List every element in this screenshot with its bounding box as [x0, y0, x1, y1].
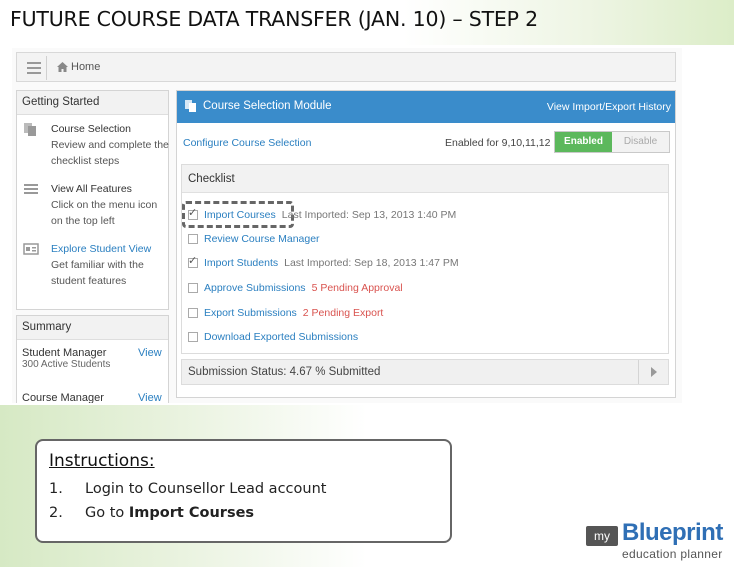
getting-started-title: Getting Started — [17, 91, 168, 115]
step-text: Login to Counsellor Lead account — [85, 481, 327, 497]
chevron-right-icon[interactable] — [638, 360, 668, 384]
slide-title: FUTURE COURSE DATA TRANSFER (JAN. 10) – … — [10, 7, 539, 31]
document-stack-icon — [185, 100, 196, 112]
checklist-link[interactable]: Approve Submissions — [204, 282, 306, 294]
checklist-link[interactable]: Review Course Manager — [204, 233, 320, 245]
step-number: 1. — [49, 481, 63, 497]
checklist-note: Last Imported: Sep 18, 2013 1:47 PM — [284, 257, 459, 269]
id-card-icon — [23, 243, 39, 255]
checklist-link[interactable]: Import Courses — [204, 209, 276, 221]
checklist-panel: Checklist Import Courses Last Imported: … — [181, 164, 669, 354]
home-link[interactable]: Home — [57, 61, 100, 73]
checklist-link[interactable]: Export Submissions — [204, 307, 297, 319]
checklist-title: Checklist — [182, 165, 668, 193]
summary-title: Summary — [17, 316, 168, 340]
enabled-grades-text: Enabled for 9,10,11,12 — [445, 137, 551, 149]
getting-started-item-view-all-features[interactable]: View All Features Click on the menu icon… — [23, 181, 168, 231]
instructions-list: 1. Login to Counsellor Lead account 2. Go … — [49, 477, 450, 525]
checklist-item-import-students: Import Students Last Imported: Sep 18, 2… — [188, 254, 459, 269]
disable-button[interactable]: Disable — [612, 132, 669, 152]
checklist-link[interactable]: Import Students — [204, 257, 278, 269]
checklist-item-download-exported-submissions: Download Exported Submissions — [188, 331, 358, 343]
summary-row-student-manager: Student Manager 300 Active Students View — [22, 347, 162, 370]
step-bold-text: Import Courses — [128, 505, 255, 521]
instructions-title: Instructions: — [49, 451, 155, 471]
step-text: Go to — [85, 505, 129, 521]
item-title: Course Selection — [51, 123, 131, 135]
step-number: 2. — [49, 505, 63, 521]
checklist-link[interactable]: Download Exported Submissions — [204, 331, 358, 343]
view-history-link[interactable]: View Import/Export History — [547, 101, 671, 113]
item-desc: Review and complete the checklist steps — [51, 139, 169, 167]
checked-checkbox-icon[interactable] — [188, 206, 198, 220]
course-selection-module: Course Selection Module View Import/Expo… — [176, 90, 676, 398]
checklist-item-approve-submissions: Approve Submissions 5 Pending Approval — [188, 282, 403, 294]
pending-count: 2 Pending Export — [302, 307, 384, 319]
checklist-item-export-submissions: Export Submissions 2 Pending Export — [188, 307, 383, 319]
summary-row-course-manager: Course Manager View — [22, 392, 162, 403]
top-bar: Home — [16, 52, 676, 82]
instructions-box: Instructions: 1. Login to Counsellor Lead… — [35, 439, 452, 543]
logo-tagline: education planner — [622, 547, 723, 561]
getting-started-panel: Getting Started Course Selection Review … — [16, 90, 169, 310]
summary-panel: Summary Student Manager 300 Active Stude… — [16, 315, 169, 403]
submission-status-bar[interactable]: Submission Status: 4.67 % Submitted — [181, 359, 669, 385]
module-header: Course Selection Module View Import/Expo… — [177, 91, 675, 123]
item-desc: Get familiar with the student features — [51, 259, 144, 287]
item-title: Explore Student View — [51, 243, 152, 255]
menu-icon[interactable] — [21, 56, 47, 80]
view-link[interactable]: View — [138, 392, 162, 403]
menu-icon — [24, 184, 38, 194]
checklist-item-review-course-manager: Review Course Manager — [188, 233, 320, 245]
home-icon — [57, 62, 68, 72]
instruction-step: 1. Login to Counsellor Lead account — [49, 477, 450, 501]
myblueprint-logo: my Blueprint education planner — [586, 519, 732, 565]
checkbox-icon[interactable] — [188, 332, 198, 342]
checkbox-icon[interactable] — [188, 308, 198, 318]
checkbox-icon[interactable] — [188, 234, 198, 244]
logo-my: my — [586, 526, 618, 546]
document-stack-icon — [24, 123, 36, 136]
summary-row-sub: 300 Active Students — [22, 359, 111, 370]
logo-brand: Blueprint — [622, 519, 723, 546]
item-title: View All Features — [51, 183, 132, 195]
submission-status-text: Submission Status: 4.67 % Submitted — [188, 366, 381, 378]
getting-started-item-course-selection[interactable]: Course Selection Review and complete the… — [23, 121, 169, 171]
enable-toggle: Enabled Disable — [554, 131, 670, 153]
module-title: Course Selection Module — [203, 100, 332, 112]
checked-checkbox-icon[interactable] — [188, 254, 198, 268]
enabled-button[interactable]: Enabled — [555, 132, 612, 152]
checkbox-icon[interactable] — [188, 283, 198, 293]
checklist-note: Last Imported: Sep 13, 2013 1:40 PM — [281, 209, 457, 221]
item-desc: Click on the menu icon on the top left — [51, 199, 158, 227]
instruction-step: 2. Go to Import Courses — [49, 501, 450, 525]
checklist-item-import-courses: Import Courses Last Imported: Sep 13, 20… — [188, 206, 457, 221]
app-screenshot: Home Getting Started Course Selection Re… — [12, 48, 682, 403]
getting-started-item-explore-student-view[interactable]: Explore Student View Get familiar with t… — [23, 241, 168, 291]
configure-course-selection-link[interactable]: Configure Course Selection — [183, 137, 311, 149]
view-link[interactable]: View — [138, 347, 162, 359]
home-label: Home — [71, 61, 101, 73]
pending-count: 5 Pending Approval — [311, 282, 403, 294]
